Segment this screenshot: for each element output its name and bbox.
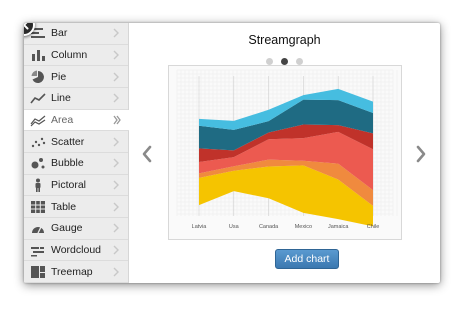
x-tick-label: Chile	[367, 224, 380, 230]
sidebar-item-treemap[interactable]: Treemap	[24, 261, 128, 283]
pictoral-chart-icon	[29, 178, 47, 192]
sidebar-item-table[interactable]: Table	[24, 196, 128, 218]
sidebar-item-gauge[interactable]: Gauge	[24, 218, 128, 240]
treemap-icon	[29, 265, 47, 279]
chevron-right-icon	[113, 137, 119, 147]
next-arrow-icon[interactable]	[415, 145, 427, 163]
chevron-right-icon	[113, 245, 119, 255]
sidebar-item-label: Table	[51, 200, 77, 213]
line-chart-icon	[29, 91, 47, 105]
chevron-right-icon	[113, 93, 119, 103]
page-dot-1[interactable]	[266, 58, 273, 65]
scatter-chart-icon	[29, 135, 47, 149]
sidebar-item-label: Pictoral	[51, 178, 87, 191]
chart-preview: Latvia Usa Canada Mexico Jamaica Chile	[168, 65, 402, 240]
sidebar-item-label: Treemap	[51, 265, 93, 278]
double-chevron-right-icon	[113, 115, 121, 125]
table-icon	[29, 200, 47, 214]
area-chart-icon	[29, 113, 47, 127]
add-chart-button[interactable]: Add chart	[275, 249, 339, 269]
sidebar-item-label: Wordcloud	[51, 243, 101, 256]
sidebar-item-label: Scatter	[51, 135, 85, 148]
sidebar-item-line[interactable]: Line	[24, 88, 128, 110]
x-tick-label: Jamaica	[328, 224, 349, 230]
chevron-right-icon	[113, 180, 119, 190]
chevron-right-icon	[113, 267, 119, 277]
wordcloud-icon	[29, 243, 47, 257]
page-dot-3[interactable]	[296, 58, 303, 65]
sidebar-item-label: Line	[51, 92, 71, 105]
sidebar-item-pictoral[interactable]: Pictoral	[24, 175, 128, 197]
x-tick-label: Usa	[229, 224, 240, 230]
sidebar-item-pie[interactable]: Pie	[24, 66, 128, 88]
page-dot-2[interactable]	[281, 58, 288, 65]
streamgraph-chart: Latvia Usa Canada Mexico Jamaica Chile	[176, 69, 398, 230]
sidebar-item-label: Column	[51, 48, 88, 61]
chevron-right-icon	[113, 223, 119, 233]
sidebar-item-column[interactable]: Column	[24, 45, 128, 67]
sidebar-item-label: Bubble	[51, 157, 84, 170]
sidebar-item-bubble[interactable]: Bubble	[24, 153, 128, 175]
chevron-right-icon	[113, 28, 119, 38]
chart-type-sidebar: Bar Column Pie Line Area Scatter Bubble Pictora…	[24, 23, 129, 283]
sidebar-item-label: Pie	[51, 70, 67, 83]
chevron-right-icon	[113, 72, 119, 82]
chart-preview-panel: Streamgraph Latvia Usa Canada Mexico Jamaica…	[129, 23, 440, 283]
sidebar-item-wordcloud[interactable]: Wordcloud	[24, 240, 128, 262]
sidebar-item-label: Bar	[51, 27, 68, 40]
x-tick-label: Canada	[259, 224, 279, 230]
chevron-right-icon	[113, 50, 119, 60]
sidebar-item-scatter[interactable]: Scatter	[24, 131, 128, 153]
sidebar-item-area[interactable]: Area	[24, 109, 129, 132]
chart-type-dialog: Bar Column Pie Line Area Scatter Bubble Pictora…	[24, 23, 440, 283]
chevron-right-icon	[113, 158, 119, 168]
preview-title: Streamgraph	[248, 33, 321, 47]
bubble-chart-icon	[29, 156, 47, 170]
close-icon	[24, 23, 29, 30]
gauge-chart-icon	[29, 221, 47, 235]
sidebar-item-label: Gauge	[51, 222, 83, 235]
chevron-right-icon	[113, 202, 119, 212]
sidebar-item-label: Area	[51, 113, 74, 126]
pie-chart-icon	[29, 70, 47, 84]
x-tick-label: Latvia	[192, 224, 208, 230]
sidebar-item-bar[interactable]: Bar	[24, 23, 128, 45]
column-chart-icon	[29, 48, 47, 62]
x-tick-label: Mexico	[295, 224, 312, 230]
prev-arrow-icon[interactable]	[141, 145, 153, 163]
